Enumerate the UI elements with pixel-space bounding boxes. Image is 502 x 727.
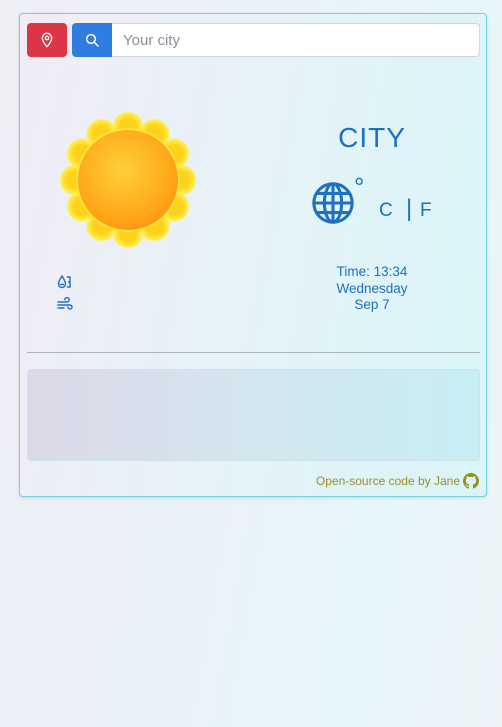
weekday: Wednesday [336,280,408,296]
weather-card: CITY ° C | F Time: 13:34 Wednesday Sep 7… [19,13,487,497]
droplet-icon [57,274,71,289]
divider [27,352,480,353]
degree-symbol: ° [354,172,365,202]
current-time: Time: 13:34 [336,264,408,279]
current-date: Sep 7 [354,297,390,312]
sun-icon [60,112,196,248]
map-pin-icon [41,32,53,48]
source-code-link[interactable]: Open-source code by Jane [316,474,460,488]
celsius-toggle[interactable]: C [379,200,393,222]
location-button[interactable] [27,23,67,57]
search-bar [27,23,480,57]
unit-separator: | [406,195,413,222]
github-icon[interactable] [463,473,479,489]
time-info: Time: 13:34 Wednesday Sep 7 [310,264,434,314]
city-name: CITY [338,122,406,153]
search-button[interactable] [72,23,112,57]
fahrenheit-toggle[interactable]: F [420,200,432,222]
search-icon [85,33,99,47]
wind-icon [57,297,73,310]
footer: Open-source code by Jane [316,473,479,489]
city-search-input[interactable] [112,23,480,57]
forecast-panel [27,369,480,461]
globe-icon [312,182,354,224]
